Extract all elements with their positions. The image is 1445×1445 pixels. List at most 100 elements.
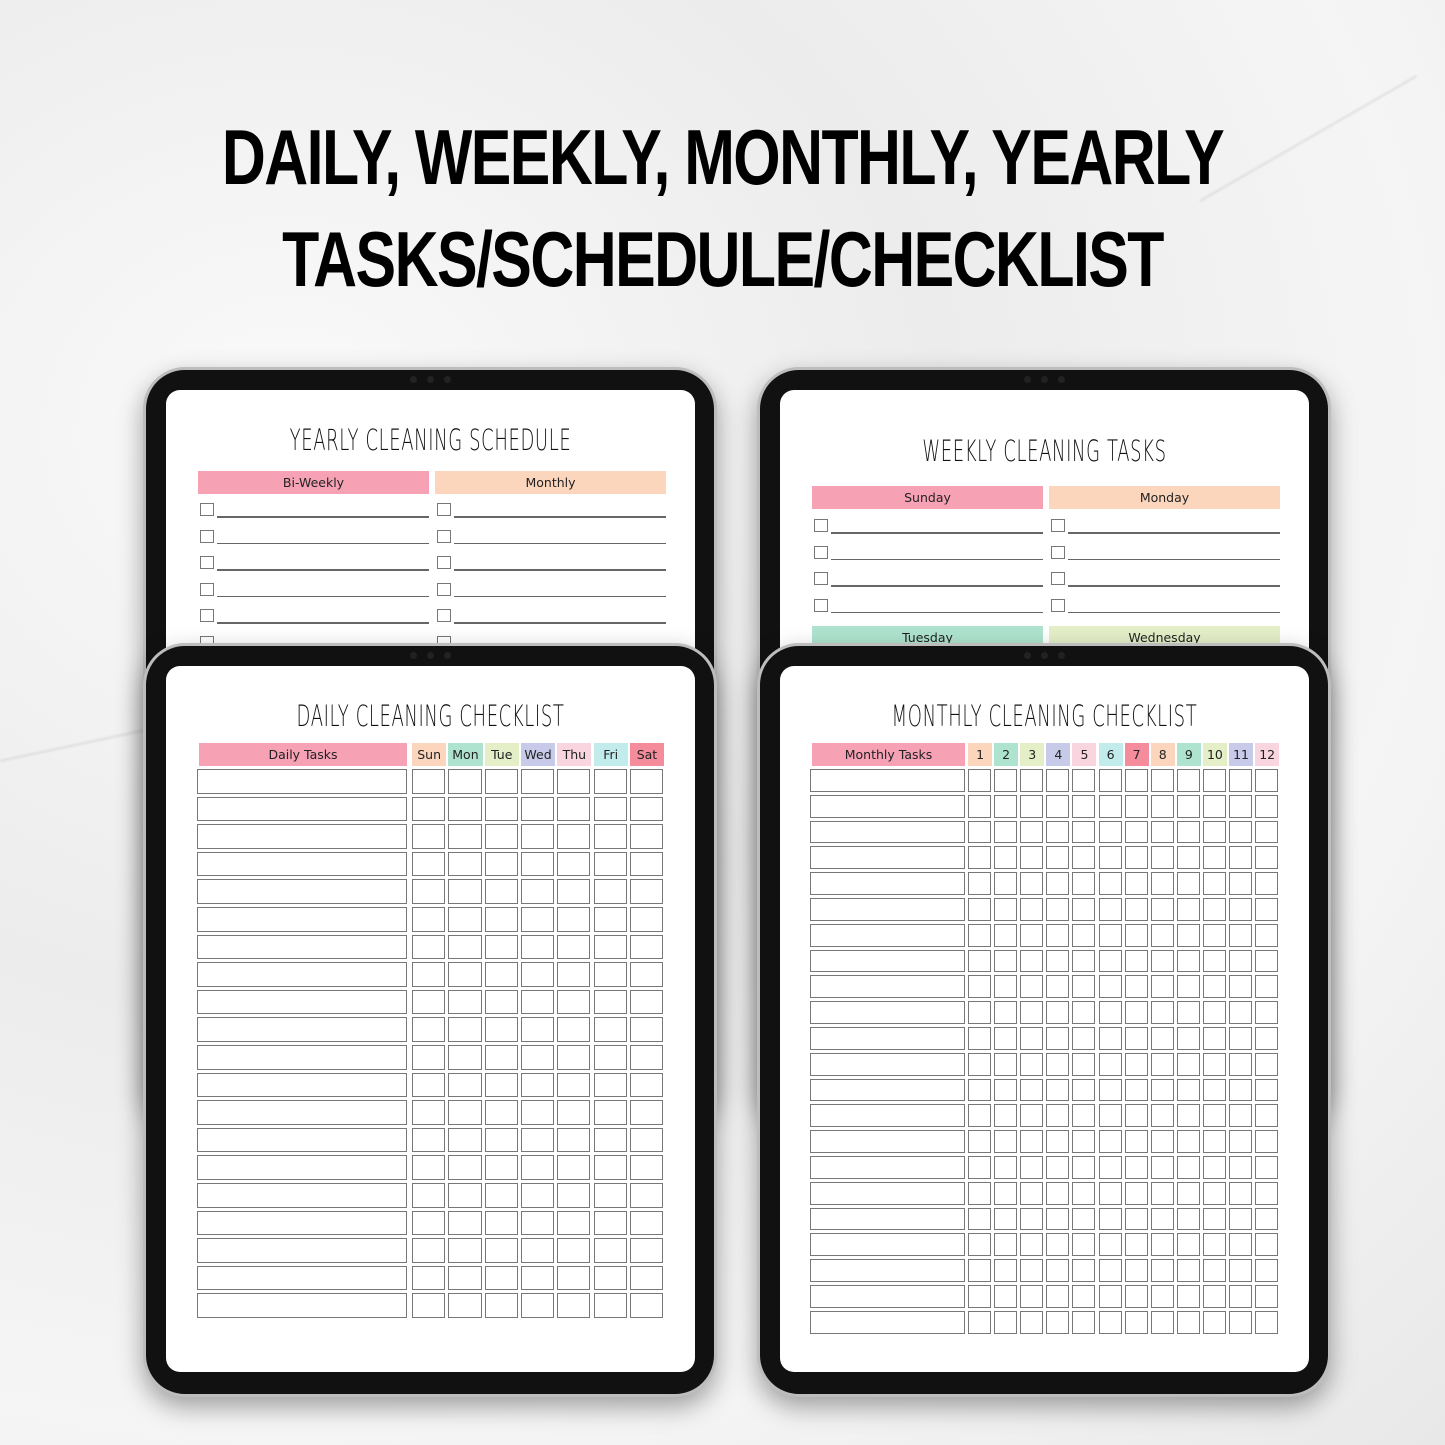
check-cell[interactable] <box>1046 1104 1070 1128</box>
check-cell[interactable] <box>968 1027 992 1050</box>
check-cell[interactable] <box>1176 820 1200 844</box>
check-cell[interactable] <box>968 1156 992 1179</box>
check-cell[interactable] <box>1202 1285 1226 1308</box>
check-cell[interactable] <box>1020 846 1044 870</box>
check-cell[interactable] <box>1020 1310 1044 1334</box>
check-cell[interactable] <box>1176 794 1200 818</box>
check-cell[interactable] <box>1150 1156 1174 1179</box>
task-input[interactable] <box>810 1207 965 1231</box>
check-cell[interactable] <box>1072 949 1096 973</box>
check-cell[interactable] <box>1150 846 1174 870</box>
check-cell[interactable] <box>1255 923 1279 947</box>
check-cell[interactable] <box>1255 1130 1279 1153</box>
check-cell[interactable] <box>1046 846 1070 870</box>
task-input[interactable] <box>197 1155 407 1180</box>
check-cell[interactable] <box>557 1238 591 1263</box>
check-cell[interactable] <box>1176 1052 1200 1076</box>
task-input[interactable] <box>810 846 965 870</box>
checkbox[interactable] <box>200 503 214 516</box>
task-input[interactable] <box>810 975 965 999</box>
check-cell[interactable] <box>1202 1104 1226 1128</box>
check-cell[interactable] <box>1255 769 1279 792</box>
check-cell[interactable] <box>593 769 627 794</box>
check-cell[interactable] <box>994 898 1018 921</box>
check-cell[interactable] <box>1229 1130 1253 1153</box>
task-input[interactable] <box>810 1156 965 1179</box>
check-cell[interactable] <box>1255 1001 1279 1024</box>
check-cell[interactable] <box>557 934 591 960</box>
check-cell[interactable] <box>1020 1233 1044 1257</box>
check-cell[interactable] <box>1255 794 1279 818</box>
check-cell[interactable] <box>1255 1104 1279 1128</box>
check-cell[interactable] <box>1229 846 1253 870</box>
check-cell[interactable] <box>1202 1259 1226 1282</box>
check-cell[interactable] <box>994 1104 1018 1128</box>
check-cell[interactable] <box>1072 1259 1096 1282</box>
check-cell[interactable] <box>1255 1310 1279 1334</box>
task-input[interactable] <box>197 796 407 822</box>
check-cell[interactable] <box>557 1127 591 1153</box>
check-cell[interactable] <box>448 1017 482 1042</box>
check-cell[interactable] <box>629 1072 664 1098</box>
check-cell[interactable] <box>1072 1001 1096 1024</box>
check-cell[interactable] <box>484 824 518 849</box>
check-cell[interactable] <box>1124 898 1148 921</box>
check-cell[interactable] <box>1202 949 1226 973</box>
check-cell[interactable] <box>412 1100 446 1125</box>
checkbox[interactable] <box>814 572 828 585</box>
check-cell[interactable] <box>1098 1207 1122 1231</box>
check-cell[interactable] <box>1229 923 1253 947</box>
check-cell[interactable] <box>1255 1181 1279 1205</box>
check-cell[interactable] <box>448 934 482 960</box>
check-cell[interactable] <box>1255 1259 1279 1282</box>
check-cell[interactable] <box>448 879 482 904</box>
check-cell[interactable] <box>1176 1259 1200 1282</box>
check-cell[interactable] <box>968 820 992 844</box>
check-cell[interactable] <box>1124 1078 1148 1102</box>
check-cell[interactable] <box>1229 1285 1253 1308</box>
check-cell[interactable] <box>1255 820 1279 844</box>
check-cell[interactable] <box>1124 1001 1148 1024</box>
check-cell[interactable] <box>968 898 992 921</box>
task-input[interactable] <box>197 962 407 987</box>
check-cell[interactable] <box>412 1183 446 1208</box>
check-cell[interactable] <box>1229 975 1253 999</box>
check-cell[interactable] <box>557 1293 591 1318</box>
check-cell[interactable] <box>1150 975 1174 999</box>
check-cell[interactable] <box>968 949 992 973</box>
check-cell[interactable] <box>412 879 446 904</box>
check-cell[interactable] <box>557 796 591 822</box>
task-input[interactable] <box>197 907 407 932</box>
task-input[interactable] <box>197 1045 407 1070</box>
check-cell[interactable] <box>448 1100 482 1125</box>
check-cell[interactable] <box>1150 1001 1174 1024</box>
task-line[interactable] <box>831 585 1043 587</box>
check-cell[interactable] <box>1176 769 1200 792</box>
check-cell[interactable] <box>1046 1259 1070 1282</box>
check-cell[interactable] <box>593 1210 627 1236</box>
check-cell[interactable] <box>1202 975 1226 999</box>
check-cell[interactable] <box>1150 820 1174 844</box>
task-input[interactable] <box>810 1259 965 1282</box>
check-cell[interactable] <box>520 1210 555 1236</box>
check-cell[interactable] <box>994 1233 1018 1257</box>
check-cell[interactable] <box>448 1238 482 1263</box>
task-input[interactable] <box>810 898 965 921</box>
checkbox[interactable] <box>1051 598 1065 612</box>
check-cell[interactable] <box>1098 1310 1122 1334</box>
check-cell[interactable] <box>593 962 627 987</box>
check-cell[interactable] <box>1020 1207 1044 1231</box>
check-cell[interactable] <box>1046 769 1070 792</box>
checkbox[interactable] <box>200 582 214 596</box>
check-cell[interactable] <box>1229 1156 1253 1179</box>
check-cell[interactable] <box>994 794 1018 818</box>
check-cell[interactable] <box>968 1130 992 1153</box>
check-cell[interactable] <box>994 1259 1018 1282</box>
check-cell[interactable] <box>1229 1078 1253 1102</box>
check-cell[interactable] <box>1229 1027 1253 1050</box>
check-cell[interactable] <box>629 1293 664 1318</box>
check-cell[interactable] <box>1150 794 1174 818</box>
check-cell[interactable] <box>1176 1181 1200 1205</box>
check-cell[interactable] <box>593 1183 627 1208</box>
task-line[interactable] <box>217 516 429 518</box>
